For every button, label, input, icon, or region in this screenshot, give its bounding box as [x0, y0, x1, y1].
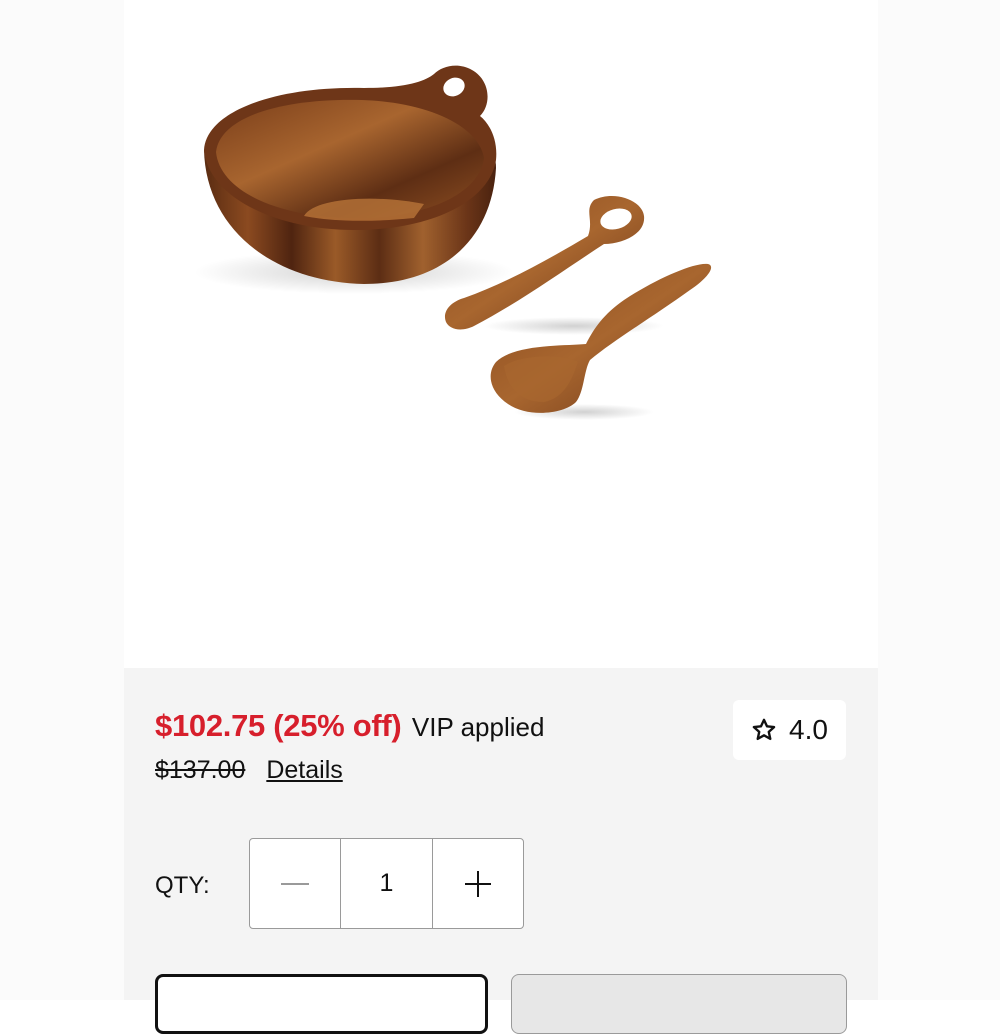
quantity-field[interactable]: 1 — [341, 839, 433, 928]
original-price: $137.00 — [155, 756, 246, 784]
salad-bowl-illustration — [194, 65, 712, 420]
product-image[interactable] — [124, 0, 878, 668]
left-margin — [0, 0, 124, 1000]
primary-action-button[interactable] — [155, 974, 488, 1034]
increment-button[interactable] — [433, 839, 523, 928]
quantity-value: 1 — [379, 869, 394, 897]
right-margin — [878, 0, 1000, 1000]
product-info-panel: $102.75 (25% off) VIP applied $137.00 De… — [124, 668, 878, 1034]
original-price-row: $137.00 Details — [155, 756, 343, 785]
quantity-label: QTY: — [155, 872, 210, 899]
rating-badge[interactable]: 4.0 — [733, 700, 846, 760]
plus-icon — [464, 870, 491, 897]
price-row: $102.75 (25% off) VIP applied — [155, 708, 544, 744]
rating-value: 4.0 — [789, 714, 828, 745]
star-outline-icon — [752, 718, 776, 741]
secondary-action-button[interactable] — [511, 974, 847, 1034]
minus-icon — [281, 882, 310, 885]
details-link[interactable]: Details — [266, 756, 342, 784]
vip-applied-note: VIP applied — [411, 712, 545, 742]
decrement-button[interactable] — [250, 839, 342, 928]
quantity-stepper: 1 — [249, 838, 524, 929]
sale-price: $102.75 (25% off) — [155, 708, 402, 743]
